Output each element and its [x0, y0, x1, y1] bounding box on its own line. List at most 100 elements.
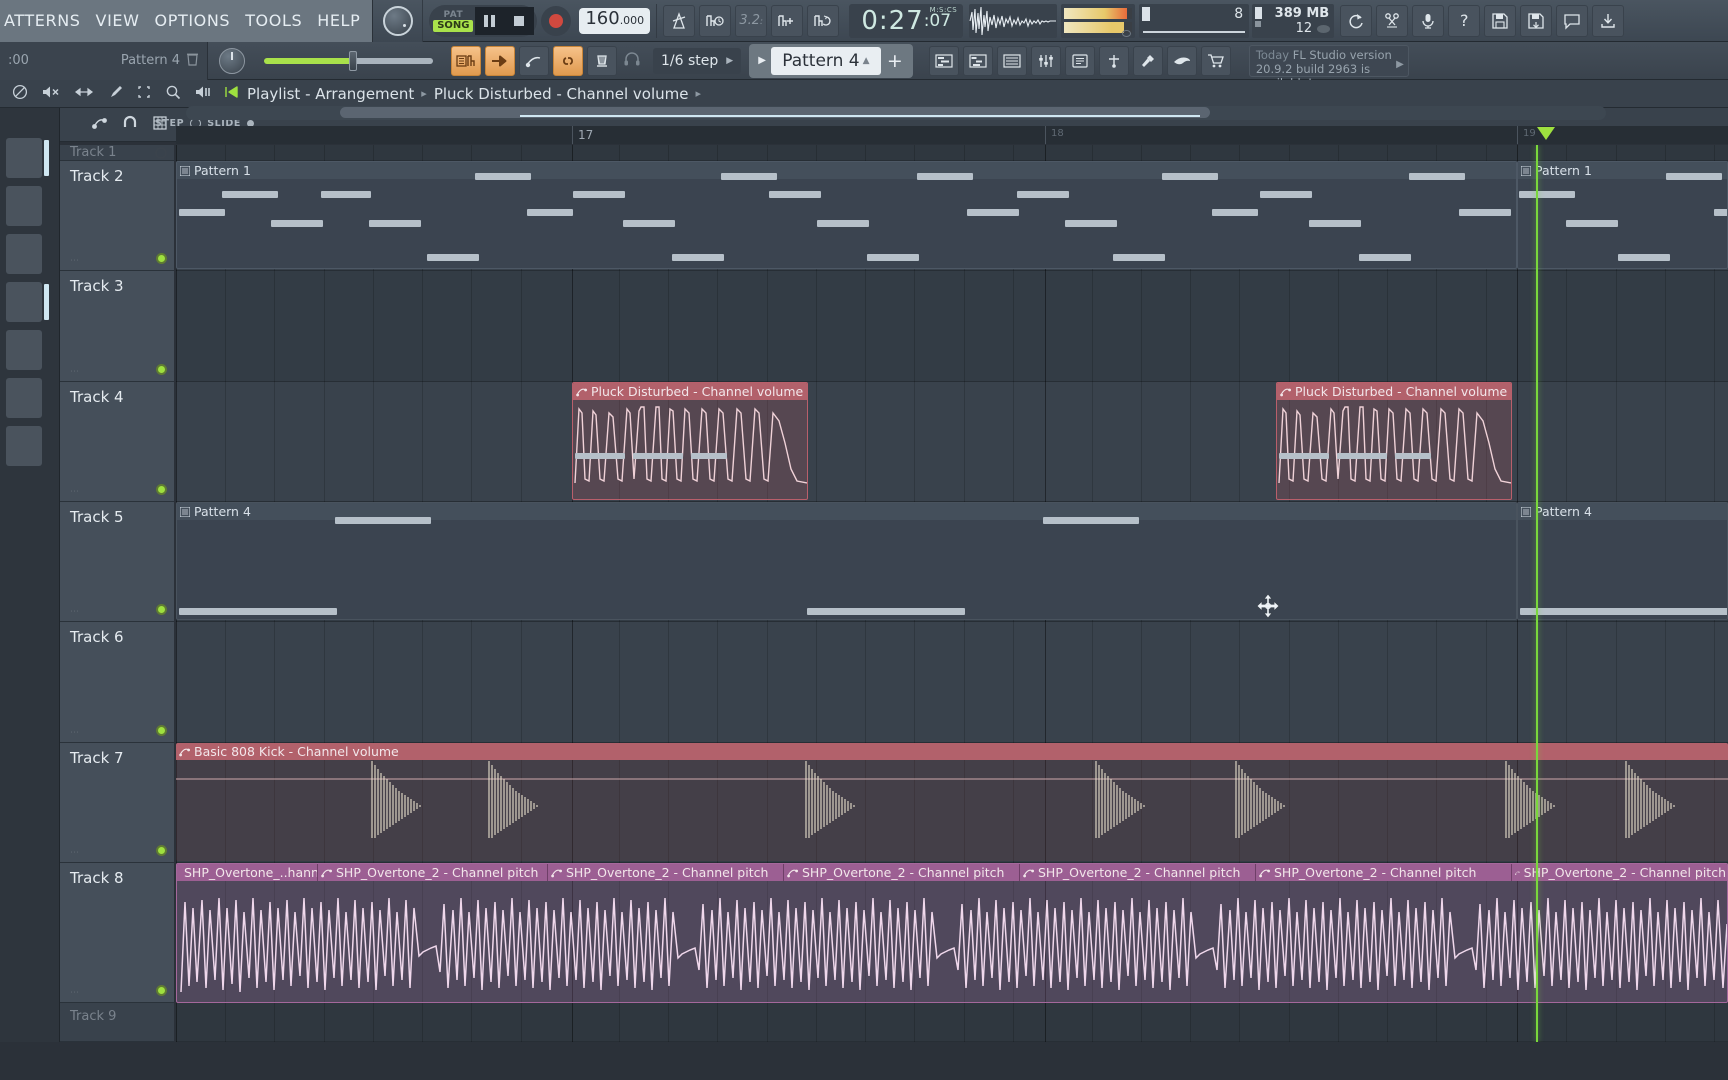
loop-record-icon[interactable]	[807, 4, 840, 37]
arrow-right-icon[interactable]	[485, 45, 515, 76]
refresh-icon[interactable]	[1340, 4, 1373, 37]
track-enable-led[interactable]	[156, 845, 167, 856]
track-handle-dots[interactable]: ⋯	[70, 848, 80, 858]
piano-roll-icon[interactable]	[962, 45, 993, 76]
help-icon[interactable]: ?	[1448, 4, 1481, 37]
wait-for-input-icon[interactable]	[699, 4, 732, 37]
track-header-5[interactable]: Track 5 ⋯	[60, 502, 174, 622]
picker-item[interactable]	[6, 138, 42, 178]
save-as-icon[interactable]	[1520, 4, 1553, 37]
add-pattern-button[interactable]: +	[881, 50, 909, 72]
trash-icon[interactable]	[186, 51, 199, 70]
microphone-icon[interactable]	[1412, 4, 1445, 37]
menu-view[interactable]: VIEW	[96, 11, 140, 30]
track-record-ring-icon[interactable]	[155, 147, 167, 159]
track-enable-led[interactable]	[156, 985, 167, 996]
stop-button[interactable]	[504, 6, 535, 35]
track-handle-dots[interactable]: ⋯	[70, 607, 80, 617]
record-button[interactable]	[541, 5, 572, 36]
select-frame-icon[interactable]	[136, 84, 152, 104]
hammer-icon[interactable]	[1132, 45, 1163, 76]
zoom-icon[interactable]	[165, 84, 181, 104]
lane-track-1[interactable]	[176, 145, 1728, 161]
track-header-1[interactable]: Track 1	[60, 145, 174, 161]
menu-help[interactable]: HELP	[317, 11, 360, 30]
playhead-marker-icon[interactable]	[1537, 127, 1555, 140]
metronome-icon[interactable]	[663, 4, 696, 37]
track-handle-dots[interactable]: ⋯	[70, 728, 80, 738]
breadcrumb-item[interactable]: Pluck Disturbed - Channel volume	[434, 85, 689, 103]
magnet-snap-icon[interactable]	[122, 115, 138, 135]
overdub-icon[interactable]	[771, 4, 804, 37]
clip-pattern-4[interactable]: Pattern 4	[176, 502, 1517, 620]
lane-track-9[interactable]	[176, 1003, 1728, 1042]
track-enable-led[interactable]	[156, 253, 167, 264]
bird-icon[interactable]	[1166, 45, 1197, 76]
plugin-picker-icon[interactable]	[1098, 45, 1129, 76]
volume-pause-icon[interactable]	[194, 84, 212, 104]
save-icon[interactable]	[1484, 4, 1517, 37]
track-enable-led[interactable]	[156, 604, 167, 615]
timeline-ruler[interactable]: 17 18 19	[176, 126, 1728, 144]
resize-horizontal-icon[interactable]	[74, 85, 94, 103]
pattern-prev-icon[interactable]: ▶	[753, 55, 771, 66]
track-header-9[interactable]: Track 9	[60, 1003, 174, 1042]
time-display[interactable]: 0:27 :07 M:S:CS	[849, 3, 964, 38]
channel-rack-icon[interactable]	[996, 45, 1027, 76]
paint-icon[interactable]	[107, 84, 123, 104]
picker-item[interactable]	[6, 186, 42, 226]
picker-item[interactable]	[6, 378, 42, 418]
shop-cart-icon[interactable]	[1200, 45, 1231, 76]
track-header-2[interactable]: Track 2 ⋯	[60, 161, 174, 271]
menu-options[interactable]: OPTIONS	[155, 11, 231, 30]
track-header-8[interactable]: Track 8 ⋯	[60, 863, 174, 1003]
playlist-grid[interactable]: Pattern 1 Pattern 1 Pluck Disturbed - Ch…	[176, 145, 1728, 1042]
browser-icon[interactable]	[1064, 45, 1095, 76]
draw-tool-icon[interactable]	[90, 115, 108, 135]
step-sequencer-toggle-icon[interactable]	[451, 45, 481, 76]
track-header-7[interactable]: Track 7 ⋯	[60, 743, 174, 863]
clip-pattern-1-b[interactable]: Pattern 1	[1517, 161, 1728, 269]
no-entry-icon[interactable]	[12, 84, 28, 104]
mixer-icon[interactable]	[1030, 45, 1061, 76]
headphones-icon[interactable]	[623, 51, 641, 71]
track-header-4[interactable]: Track 4 ⋯	[60, 382, 174, 502]
picker-item[interactable]	[6, 234, 42, 274]
comment-icon[interactable]	[1556, 4, 1589, 37]
tempo-display[interactable]: 160 .000	[579, 7, 651, 34]
mute-icon[interactable]	[41, 84, 61, 104]
clip-basic-808-kick[interactable]: Basic 808 Kick - Channel volume	[176, 743, 1728, 861]
shuffle-knob[interactable]	[219, 47, 245, 74]
clip-pattern-4-b[interactable]: Pattern 4	[1517, 502, 1728, 620]
master-volume-slider[interactable]	[256, 42, 441, 80]
track-enable-led[interactable]	[156, 364, 167, 375]
lane-track-6[interactable]	[176, 622, 1728, 743]
menu-tools[interactable]: TOOLS	[245, 11, 302, 30]
pattern-picker-panel[interactable]	[0, 108, 60, 1042]
lane-track-3[interactable]	[176, 271, 1728, 382]
cpu-slider-handle[interactable]	[1142, 6, 1151, 21]
track-handle-dots[interactable]: ⋯	[70, 256, 80, 266]
master-pitch-knob[interactable]	[382, 5, 413, 36]
clip-pattern-1[interactable]: Pattern 1	[176, 161, 1517, 269]
picker-item[interactable]	[6, 426, 42, 466]
pattern-selector[interactable]: Pattern 4 ▲	[770, 46, 881, 75]
playlist-window-icon[interactable]	[928, 45, 959, 76]
track-handle-dots[interactable]: ⋯	[70, 487, 80, 497]
link-icon[interactable]	[553, 45, 583, 76]
clip-shp-overtone-lane[interactable]: SHP_Overtone_..hannel pitch SHP_Overtone…	[176, 863, 1728, 1003]
track-enable-led[interactable]	[156, 484, 167, 495]
snap-selector[interactable]: 1/6 step ▶	[653, 47, 742, 74]
track-handle-dots[interactable]: ⋯	[70, 988, 80, 998]
export-icon[interactable]	[1592, 4, 1625, 37]
typing-keyboard-icon[interactable]	[587, 45, 617, 76]
pattern-song-toggle[interactable]: PAT SONG	[432, 6, 475, 35]
track-header-3[interactable]: Track 3 ⋯	[60, 271, 174, 382]
cut-tool-icon[interactable]	[1376, 4, 1409, 37]
track-handle-dots[interactable]: ⋯	[70, 367, 80, 377]
count-in-icon[interactable]: 3.2:	[735, 4, 768, 37]
clip-pluck-disturbed-1[interactable]: Pluck Disturbed - Channel volume	[572, 382, 808, 500]
clip-pluck-disturbed-2[interactable]: Pluck Disturbed - Channel volume	[1276, 382, 1512, 500]
play-pause-button[interactable]	[474, 6, 505, 35]
picker-item[interactable]	[6, 330, 42, 370]
